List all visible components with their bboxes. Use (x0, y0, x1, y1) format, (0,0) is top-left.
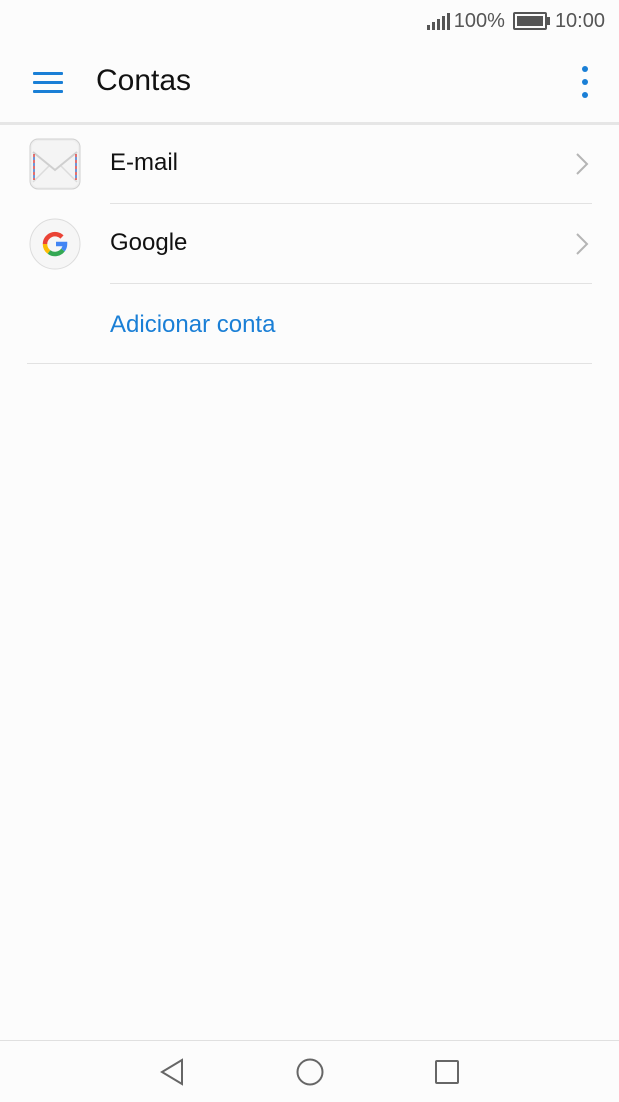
battery-percent: 100% (453, 9, 505, 32)
chevron-right-icon (575, 232, 589, 256)
page-title: Contas (96, 64, 192, 97)
recents-square-icon[interactable] (433, 1057, 461, 1092)
chevron-right-icon (575, 152, 589, 176)
account-label: Google (110, 229, 188, 256)
signal-icon (425, 12, 450, 30)
battery-icon (512, 12, 550, 30)
back-triangle-icon[interactable] (158, 1057, 186, 1092)
app-bar: Contas (0, 42, 619, 125)
add-account-label: Adicionar conta (110, 311, 276, 338)
screen: 100% 10:00 Contas E-mail Google Adiciona… (0, 0, 619, 1102)
hamburger-menu-icon[interactable] (33, 72, 63, 94)
clock: 10:00 (554, 9, 605, 32)
account-item-google[interactable]: Google (0, 204, 619, 284)
google-logo-icon (29, 218, 81, 270)
more-vertical-icon[interactable] (581, 66, 589, 100)
divider (27, 363, 592, 364)
account-item-email[interactable]: E-mail (0, 124, 619, 204)
accounts-list: E-mail Google Adicionar conta (0, 124, 619, 364)
status-bar: 100% 10:00 (0, 0, 619, 42)
navigation-bar (0, 1040, 619, 1102)
account-label: E-mail (110, 149, 179, 176)
add-account-button[interactable]: Adicionar conta (0, 284, 619, 364)
envelope-icon (29, 138, 81, 190)
home-circle-icon[interactable] (295, 1057, 325, 1092)
